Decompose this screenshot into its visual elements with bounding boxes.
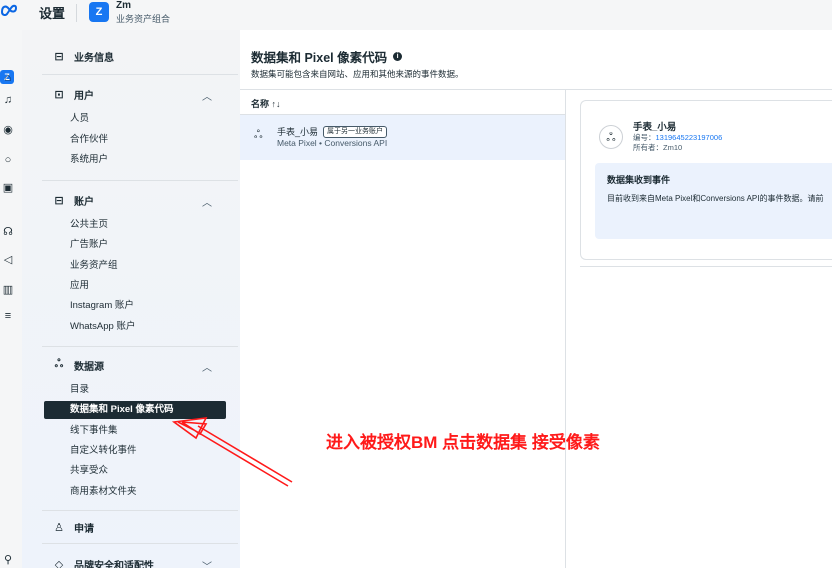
- dataset-type: Meta Pixel • Conversions API: [277, 138, 388, 148]
- sidebar-item-shared-audiences[interactable]: 共享受众: [70, 464, 108, 478]
- dataset-detail: ஃ 手表_小易 编号：1319645223197006 所有者：Zm10 数据集…: [566, 90, 832, 568]
- detail-owner: 所有者：Zm10: [633, 143, 683, 152]
- sidebar-item-partners[interactable]: 合作伙伴: [70, 133, 108, 147]
- annotation-arrow: [171, 417, 293, 487]
- sidebar-item-requests[interactable]: ♙ 申请: [52, 519, 94, 535]
- sidebar-section-brand-safety[interactable]: ◇ 品牌安全和适配性: [52, 556, 154, 568]
- page-heading: 数据集和 Pixel 像素代码: [251, 51, 388, 65]
- sidebar-section-data-sources[interactable]: ஃ 数据源: [52, 357, 104, 373]
- chevron-up-icon[interactable]: ︿: [202, 194, 212, 209]
- circle-icon[interactable]: ○: [0, 152, 16, 168]
- id-label: 编号：: [633, 133, 656, 142]
- sidebar-item-catalog[interactable]: 目录: [70, 383, 89, 397]
- sidebar-item-system-users[interactable]: 系统用户: [70, 153, 108, 167]
- sidebar-divider: [42, 74, 238, 75]
- chart-icon[interactable]: ▥: [0, 282, 16, 298]
- bell-icon[interactable]: ♫: [0, 92, 16, 108]
- dataset-icon: ஃ: [599, 125, 623, 149]
- sidebar-item-people[interactable]: 人员: [70, 112, 89, 126]
- sidebar-item-offline-events[interactable]: 线下事件集: [70, 424, 118, 438]
- business-name[interactable]: Zm: [116, 0, 131, 11]
- sidebar-item-asset-groups[interactable]: 业务资产组: [70, 259, 118, 273]
- event-status-box: 数据集收到事件 目前收到来自Meta Pixel和Conversions API…: [595, 163, 832, 239]
- event-status-title: 数据集收到事件: [607, 175, 671, 185]
- sort-icon[interactable]: ↑↓: [272, 99, 281, 109]
- sidebar-item-whatsapp[interactable]: WhatsApp 账户: [70, 320, 135, 334]
- sidebar-section-label: 数据源: [74, 361, 104, 373]
- compass-icon[interactable]: ◉: [0, 122, 16, 138]
- sidebar-section-accounts[interactable]: ⊟ 账户: [52, 192, 94, 208]
- palette-icon[interactable]: ☊: [0, 224, 16, 240]
- shield-icon: ◇: [54, 558, 64, 568]
- sidebar-item-label: 申请: [74, 523, 94, 535]
- sidebar-section-label: 品牌安全和适配性: [74, 560, 154, 568]
- home-icon[interactable]: ⌂: [0, 70, 16, 86]
- chevron-up-icon[interactable]: ︿: [202, 359, 212, 374]
- info-icon[interactable]: i: [393, 52, 403, 61]
- user-add-icon: ♙: [54, 521, 64, 534]
- dataset-icon: ஃ: [254, 129, 263, 141]
- sidebar-divider: [42, 346, 238, 347]
- sidebar-item-apps[interactable]: 应用: [70, 279, 89, 293]
- event-status-description: 目前收到来自Meta Pixel和Conversions API的事件数据。请前: [607, 194, 824, 203]
- sidebar-item-custom-conversions[interactable]: 自定义转化事件: [70, 444, 137, 458]
- sidebar-section-label: 账户: [74, 196, 94, 208]
- sidebar-divider: [42, 510, 238, 511]
- page-title: 设置: [39, 6, 66, 21]
- annotation-text: 进入被授权BM 点击数据集 接受像素: [326, 433, 600, 452]
- row-title: 手表_小易 属于另一业务账户: [277, 125, 388, 138]
- sidebar-item-asset-folders[interactable]: 商用素材文件夹: [70, 485, 137, 499]
- business-subtitle: 业务资产组合: [116, 14, 171, 24]
- meta-logo-icon[interactable]: [0, 2, 18, 20]
- chevron-down-icon[interactable]: ﹀: [202, 558, 212, 568]
- ownership-badge: 属于另一业务账户: [323, 125, 388, 138]
- sidebar-item-instagram[interactable]: Instagram 账户: [70, 299, 134, 313]
- sidebar-item-ad-accounts[interactable]: 广告账户: [70, 238, 108, 252]
- detail-divider: [580, 266, 832, 267]
- user-icon: ⊡: [54, 88, 64, 101]
- id-value[interactable]: 1319645223197006: [656, 133, 723, 142]
- page-description: 数据集可能包含来自网站、应用和其他来源的事件数据。: [251, 69, 464, 79]
- sidebar-item-pages[interactable]: 公共主页: [70, 218, 108, 232]
- sidebar-item-business-info[interactable]: ⊟ 业务信息: [52, 48, 114, 64]
- top-bar: 设置 Z Zm 业务资产组合: [0, 0, 832, 30]
- header-divider: [76, 4, 77, 22]
- name-column-header[interactable]: 名称 ↑↓: [251, 97, 281, 110]
- main-title: 数据集和 Pixel 像素代码 i: [251, 47, 403, 66]
- meta-logo-shape: [0, 4, 18, 17]
- menu-icon[interactable]: ≡: [0, 308, 16, 324]
- table-row[interactable]: ஃ 手表_小易 属于另一业务账户 Meta Pixel • Conversion…: [240, 114, 565, 160]
- data-source-icon: ஃ: [54, 358, 64, 370]
- dataset-name: 手表_小易: [277, 127, 319, 137]
- megaphone-icon[interactable]: ◁: [0, 252, 16, 268]
- sidebar-section-label: 用户: [74, 90, 94, 102]
- icon-rail: Z ⌂ ♫ ◉ ○ ▣ ☊ ◁ ▥ ≡ ⚲: [0, 30, 22, 568]
- sidebar-divider: [42, 543, 238, 544]
- detail-name: 手表_小易: [633, 122, 677, 133]
- briefcase-icon[interactable]: ▣: [0, 180, 16, 196]
- search-icon[interactable]: ⚲: [0, 552, 16, 568]
- sidebar-divider: [42, 180, 238, 181]
- briefcase-icon: ⊟: [54, 50, 64, 63]
- sidebar-section-users[interactable]: ⊡ 用户: [52, 86, 94, 102]
- chevron-up-icon[interactable]: ︿: [202, 88, 212, 103]
- detail-card: ஃ 手表_小易 编号：1319645223197006 所有者：Zm10 数据集…: [580, 100, 832, 260]
- sidebar-item-label: 业务信息: [74, 52, 114, 64]
- column-label: 名称: [251, 99, 270, 109]
- wallet-icon: ⊟: [54, 194, 64, 207]
- business-avatar[interactable]: Z: [89, 2, 109, 22]
